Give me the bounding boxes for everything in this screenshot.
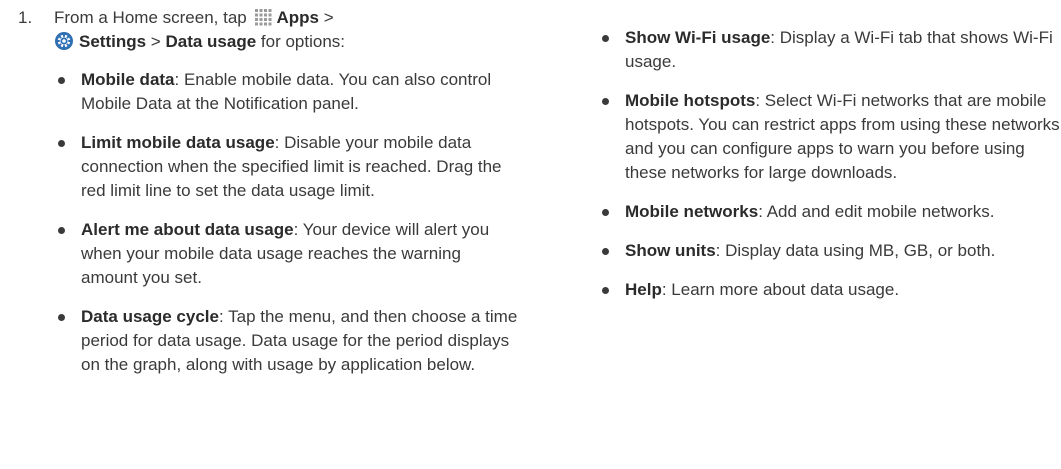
bullet-icon	[602, 287, 609, 294]
list-item: Limit mobile data usage: Disable your mo…	[56, 131, 521, 203]
right-column: Show Wi-Fi usage: Display a Wi-Fi tab th…	[600, 26, 1061, 317]
right-options-list: Show Wi-Fi usage: Display a Wi-Fi tab th…	[600, 26, 1061, 302]
data-usage-label: Data usage	[165, 32, 257, 51]
option-term: Mobile data	[81, 70, 175, 89]
step-prefix: From a Home screen, tap	[54, 8, 247, 27]
option-term: Data usage cycle	[81, 307, 219, 326]
option-description: : Add and edit mobile networks.	[758, 202, 995, 221]
option-term: Show units	[625, 241, 716, 260]
list-item: Show units: Display data using MB, GB, o…	[600, 239, 1061, 263]
option-term: Help	[625, 280, 662, 299]
separator-1: >	[323, 8, 334, 27]
list-item: Mobile data: Enable mobile data. You can…	[56, 68, 521, 116]
apps-grid-icon	[255, 9, 272, 26]
option-description: : Learn more about data usage.	[661, 280, 900, 299]
settings-gear-icon	[55, 32, 73, 50]
list-item: Mobile networks: Add and edit mobile net…	[600, 200, 1061, 224]
bullet-icon	[58, 140, 65, 147]
list-item: Data usage cycle: Tap the menu, and then…	[56, 305, 521, 377]
step-1: 1. From a Home screen, tap Apps > Settin…	[18, 6, 538, 54]
left-options-list: Mobile data: Enable mobile data. You can…	[18, 68, 538, 377]
separator-2: >	[150, 32, 161, 51]
left-column: 1. From a Home screen, tap Apps > Settin…	[18, 6, 538, 392]
bullet-icon	[602, 98, 609, 105]
option-description: : Display data using MB, GB, or both.	[715, 241, 996, 260]
list-item: Show Wi-Fi usage: Display a Wi-Fi tab th…	[600, 26, 1061, 74]
bullet-icon	[58, 314, 65, 321]
list-item: Mobile hotspots: Select Wi-Fi networks t…	[600, 89, 1061, 185]
step-suffix: for options:	[260, 32, 346, 51]
bullet-icon	[58, 77, 65, 84]
option-term: Mobile networks	[625, 202, 759, 221]
list-item: Alert me about data usage: Your device w…	[56, 218, 521, 290]
option-term: Alert me about data usage	[81, 220, 294, 239]
bullet-icon	[602, 35, 609, 42]
step-instruction: From a Home screen, tap Apps > Settings …	[54, 6, 538, 54]
bullet-icon	[58, 227, 65, 234]
list-item: Help: Learn more about data usage.	[600, 278, 1061, 302]
option-term: Limit mobile data usage	[81, 133, 275, 152]
settings-label: Settings	[79, 32, 147, 51]
option-term: Mobile hotspots	[625, 91, 756, 110]
bullet-icon	[602, 209, 609, 216]
option-term: Show Wi-Fi usage	[625, 28, 771, 47]
step-number: 1.	[18, 8, 33, 27]
bullet-icon	[602, 248, 609, 255]
apps-label: Apps	[276, 8, 319, 27]
